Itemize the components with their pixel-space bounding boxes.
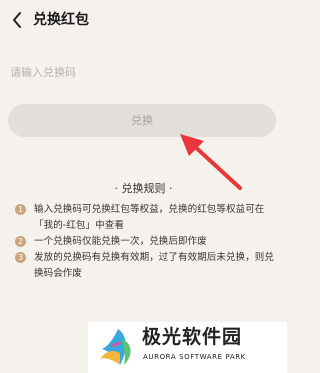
- watermark-subtitle: AURORA SOFTWARE PARK: [143, 353, 246, 361]
- rules-heading: · 兑换规则 ·: [114, 182, 173, 195]
- rule-text: 发放的兑换码有兑换有效期，过了有效期后未兑换，则兑换码会作废: [34, 252, 275, 279]
- redeem-code-row: [0, 50, 287, 92]
- chevron-left-icon: [13, 12, 21, 28]
- rule-number-badge: 1: [15, 204, 26, 215]
- redeem-code-input[interactable]: [8, 58, 282, 86]
- rule-number-badge: 3: [15, 252, 26, 263]
- back-button[interactable]: [8, 10, 28, 30]
- aurora-logo-icon: [100, 329, 131, 365]
- watermark: 极光软件园 AURORA SOFTWARE PARK: [88, 322, 287, 373]
- rule-text: 一个兑换码仅能兑换一次，兑换后即作废: [34, 236, 207, 247]
- rule-text: 输入兑换码可兑换红包等权益，兑换的红包等权益可在「我的-红包」中查看: [34, 204, 265, 231]
- rule-number-badge: 2: [15, 236, 26, 247]
- watermark-title: 极光软件园: [142, 326, 243, 348]
- page-title: 兑换红包: [33, 12, 89, 28]
- top-bar: 兑换红包: [0, 0, 287, 40]
